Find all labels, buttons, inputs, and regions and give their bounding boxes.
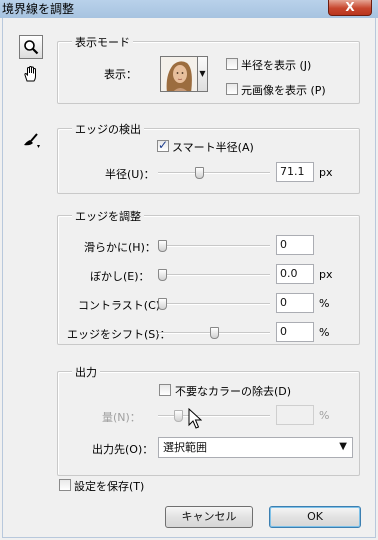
show-original-checkbox[interactable] xyxy=(226,83,238,95)
radius-slider-track xyxy=(158,172,270,174)
radius-input[interactable]: 71.1 xyxy=(276,162,314,182)
show-radius-label: 半径を表示 (J) xyxy=(241,59,312,72)
adjust-edge-input[interactable]: 0 xyxy=(276,235,314,255)
adjust-edge-slider-track xyxy=(158,274,270,276)
zoom-icon xyxy=(24,40,39,55)
view-mode-dropdown[interactable]: ▼ xyxy=(198,56,208,92)
radius-label: 半径(U)： xyxy=(105,168,155,181)
output-legend: 出力 xyxy=(72,364,100,380)
smart-radius-checkbox[interactable] xyxy=(157,138,169,152)
amount-input[interactable] xyxy=(276,405,314,425)
remember-settings-checkbox[interactable] xyxy=(59,479,71,491)
view-label: 表示： xyxy=(104,68,137,81)
output-to-select[interactable]: 選択範囲 ▼ xyxy=(158,437,353,458)
adjust-edge-row-label: ぼかし(E)： xyxy=(90,270,150,283)
show-original-label: 元画像を表示 (P) xyxy=(241,84,326,97)
adjust-edge-unit: % xyxy=(319,326,330,339)
hand-tool-button[interactable] xyxy=(19,62,43,86)
amount-slider[interactable] xyxy=(158,410,270,422)
radius-unit: px xyxy=(319,166,333,179)
amount-label: 量(N)： xyxy=(102,411,141,424)
remember-settings-label: 設定を保存(T) xyxy=(74,480,145,493)
zoom-tool-button[interactable] xyxy=(19,35,43,59)
triangle-down-icon: ▼ xyxy=(199,69,206,78)
hand-icon xyxy=(24,65,36,82)
view-mode-legend: 表示モード xyxy=(72,34,133,50)
close-button[interactable]: X xyxy=(328,0,372,16)
ok-button[interactable]: OK xyxy=(269,506,361,528)
adjust-edge-legend: エッジを調整 xyxy=(72,208,144,224)
adjust-edge-slider-track xyxy=(158,303,270,305)
smart-radius-label: スマート半径(A) xyxy=(172,141,254,154)
adjust-edge-slider[interactable] xyxy=(158,240,270,252)
adjust-edge-slider-thumb[interactable] xyxy=(158,240,167,252)
decontaminate-colors-label: 不要なカラーの除去(D) xyxy=(175,385,292,398)
adjust-edge-slider[interactable] xyxy=(158,298,270,310)
adjust-edge-slider-track xyxy=(158,245,270,247)
output-group: 出力 不要なカラーの除去(D) 量(N)： % 出力先(O)： 選択範囲 ▼ xyxy=(57,364,360,476)
close-icon: X xyxy=(345,0,355,14)
output-to-value: 選択範囲 xyxy=(163,441,207,454)
decontaminate-colors-checkbox[interactable] xyxy=(159,384,171,396)
title-bar: 境界線を調整 X xyxy=(0,0,378,18)
output-to-label: 出力先(O)： xyxy=(92,443,154,456)
window-title: 境界線を調整 xyxy=(2,2,75,16)
adjust-edge-row-label: 滑らかに(H)： xyxy=(84,241,156,254)
adjust-edge-slider[interactable] xyxy=(158,269,270,281)
refine-radius-brush-icon xyxy=(24,133,40,148)
amount-unit: % xyxy=(319,409,330,422)
adjust-edge-slider-thumb[interactable] xyxy=(158,298,167,310)
adjust-edge-input[interactable]: 0 xyxy=(276,293,314,313)
radius-slider-thumb[interactable] xyxy=(195,167,205,179)
portrait-thumbnail-icon xyxy=(161,57,197,91)
adjust-edge-input[interactable]: 0.0 xyxy=(276,264,314,284)
edge-detection-legend: エッジの検出 xyxy=(72,121,144,137)
view-mode-thumbnail[interactable] xyxy=(160,56,198,92)
chevron-down-icon: ▼ xyxy=(339,441,347,452)
adjust-edge-group: エッジを調整 滑らかに(H)： 0 ぼかし(E)： 0.0 px コントラスト(C)： 0%… xyxy=(57,208,360,345)
show-radius-checkbox[interactable] xyxy=(226,58,238,70)
dialog-body: 表示モード 表示： ▼ 半径を表示 (J) 元画像を表示 (P) エッジの検出 … xyxy=(2,18,376,538)
adjust-edge-unit: px xyxy=(319,268,333,281)
radius-slider[interactable] xyxy=(158,167,270,179)
adjust-edge-input[interactable]: 0 xyxy=(276,322,314,342)
edge-detection-group: エッジの検出 スマート半径(A) 半径(U)： 71.1 px xyxy=(57,121,360,194)
amount-slider-thumb[interactable] xyxy=(173,410,183,422)
adjust-edge-row-label: エッジをシフト(S)： xyxy=(67,328,171,341)
adjust-edge-unit: % xyxy=(319,297,330,310)
view-mode-group: 表示モード 表示： ▼ 半径を表示 (J) 元画像を表示 (P) xyxy=(57,34,360,104)
mouse-cursor-icon xyxy=(188,408,202,429)
adjust-edge-slider[interactable] xyxy=(158,327,270,339)
refine-radius-tool-button[interactable] xyxy=(19,129,43,153)
cancel-button[interactable]: キャンセル xyxy=(165,506,253,528)
adjust-edge-slider-thumb[interactable] xyxy=(158,269,167,281)
adjust-edge-slider-thumb[interactable] xyxy=(210,327,219,339)
